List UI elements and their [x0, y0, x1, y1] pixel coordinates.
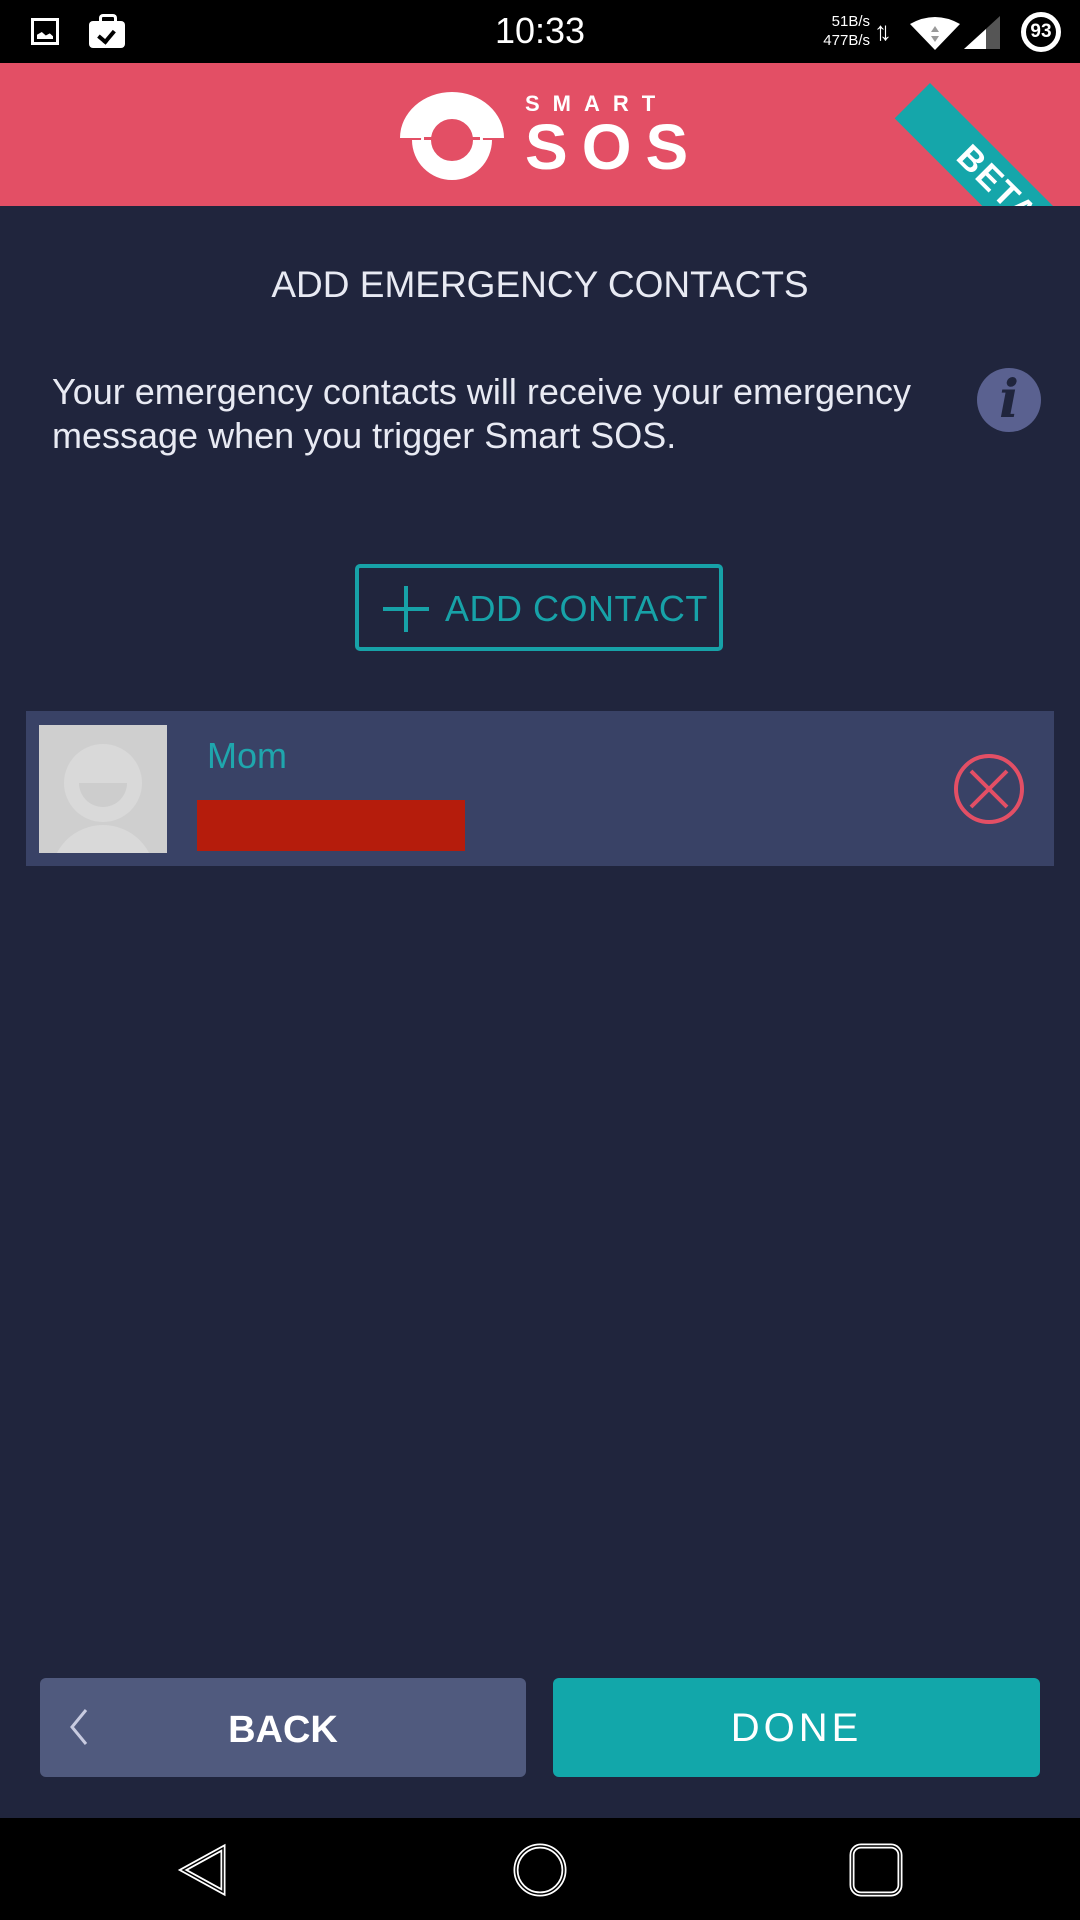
cell-signal-icon	[964, 16, 1000, 49]
navigation-bar	[0, 1818, 1080, 1920]
avatar	[39, 725, 167, 853]
done-label: DONE	[730, 1706, 863, 1750]
nav-recents-icon[interactable]	[846, 1840, 906, 1900]
info-icon[interactable]: i	[977, 368, 1041, 432]
logo-text-sos: SOS	[525, 111, 703, 183]
back-label: BACK	[228, 1709, 338, 1751]
description-text: Your emergency contacts will receive you…	[52, 371, 912, 456]
nav-home-icon[interactable]	[510, 1840, 570, 1900]
done-button[interactable]: DONE	[553, 1678, 1040, 1777]
network-speed: 51B/s 477B/s	[820, 12, 870, 50]
battery-icon: 93	[1021, 12, 1061, 52]
back-button[interactable]: BACK	[40, 1678, 526, 1777]
page-title: ADD EMERGENCY CONTACTS	[271, 264, 809, 305]
contact-list-item[interactable]: Mom	[26, 711, 1054, 866]
contact-name: Mom	[207, 735, 287, 776]
download-speed: 477B/s	[823, 32, 870, 49]
wifi-icon	[910, 17, 960, 50]
upload-speed: 51B/s	[831, 13, 870, 30]
plus-icon	[383, 586, 429, 632]
contact-phone-redacted	[197, 800, 465, 851]
nav-back-icon[interactable]	[173, 1840, 233, 1900]
status-bar: 10:33 51B/s 477B/s ↑↓ 93	[0, 0, 1080, 63]
beta-ribbon: BETA	[894, 83, 1080, 206]
app-header: SMART SOS BETA	[0, 63, 1080, 206]
data-arrows-icon: ↑↓	[874, 16, 892, 46]
add-contact-label: ADD CONTACT	[445, 588, 708, 629]
add-contact-button[interactable]: ADD CONTACT	[355, 564, 723, 651]
remove-contact-button[interactable]	[953, 753, 1025, 825]
avatar-body	[51, 825, 155, 853]
battery-level: 93	[1030, 21, 1052, 42]
smart-sos-logo-icon	[400, 92, 504, 180]
